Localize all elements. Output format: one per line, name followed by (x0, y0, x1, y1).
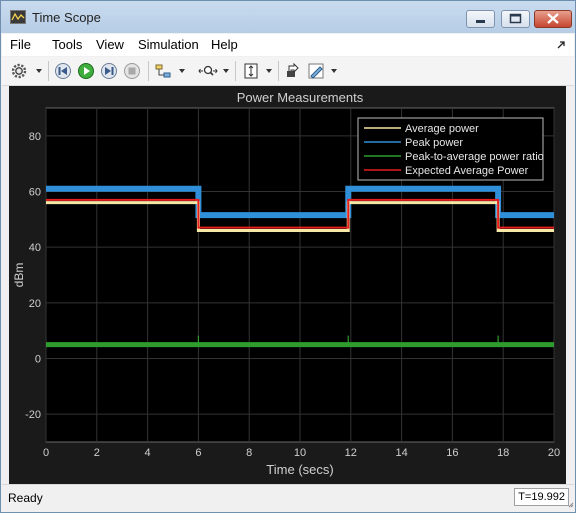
stop-icon (124, 63, 140, 79)
style-icon (308, 63, 324, 79)
window-title: Time Scope (32, 10, 101, 25)
step-forward-icon (101, 63, 117, 79)
x-tick-labels: 0 2 4 6 8 10 12 14 16 18 20 (43, 447, 560, 459)
menu-tools[interactable]: Tools (52, 37, 82, 52)
triggers-icon (155, 64, 171, 78)
minimize-button[interactable] (466, 10, 495, 28)
toolbar-separator (148, 61, 149, 81)
triggers-button[interactable] (153, 61, 173, 81)
minimize-icon (476, 20, 485, 23)
style-dropdown-arrow[interactable] (331, 69, 337, 73)
run-icon (78, 63, 94, 79)
step-forward-button[interactable] (99, 61, 119, 81)
configure-dropdown-arrow[interactable] (36, 69, 42, 73)
y-tick-label: -20 (25, 409, 41, 421)
x-tick-label: 0 (43, 447, 49, 459)
autoscale-dropdown-arrow[interactable] (266, 69, 272, 73)
scope-app-icon (10, 10, 26, 24)
highlight-button[interactable] (283, 61, 303, 81)
time-scope-window: Time Scope File Tools View Simulation He… (0, 0, 576, 513)
menu-help[interactable]: Help (211, 37, 238, 52)
zoom-button[interactable] (198, 61, 218, 81)
x-tick-label: 6 (195, 447, 201, 459)
legend-entry-label: Average power (405, 123, 479, 135)
y-tick-labels: -20 0 20 40 60 80 (25, 131, 41, 421)
maximize-button[interactable] (501, 10, 530, 28)
y-axis-label: dBm (12, 263, 26, 288)
x-tick-label: 14 (395, 447, 407, 459)
resize-grip-icon[interactable] (568, 502, 574, 508)
x-tick-label: 18 (497, 447, 509, 459)
maximize-icon (509, 13, 522, 24)
autoscale-button[interactable] (241, 61, 261, 81)
triggers-dropdown-arrow[interactable] (179, 69, 185, 73)
zoom-dropdown-arrow[interactable] (223, 69, 229, 73)
gear-icon (11, 63, 27, 79)
menu-bar: File Tools View Simulation Help (2, 34, 574, 56)
menu-view[interactable]: View (96, 37, 124, 52)
status-bar: Ready T=19.992 (2, 484, 574, 511)
x-tick-label: 2 (94, 447, 100, 459)
x-tick-label: 8 (246, 447, 252, 459)
configure-button[interactable] (9, 61, 29, 81)
legend-entry-label: Peak power (405, 137, 463, 149)
menu-file[interactable]: File (10, 37, 31, 52)
toolbar-separator (278, 61, 279, 81)
status-text: Ready (8, 491, 43, 505)
title-bar[interactable]: Time Scope (1, 1, 575, 33)
simulation-time-display: T=19.992 (514, 488, 569, 506)
step-back-icon (55, 63, 71, 79)
x-tick-label: 4 (145, 447, 151, 459)
toolbar-separator (48, 61, 49, 81)
y-tick-label: 40 (29, 242, 41, 254)
power-measurements-chart[interactable]: Power Measurements 0 2 4 6 8 10 12 14 16 18 20 -20… (9, 86, 566, 484)
y-tick-label: 0 (35, 354, 41, 366)
step-back-button[interactable] (53, 61, 73, 81)
zoom-icon (198, 65, 218, 76)
close-icon (547, 13, 559, 24)
x-axis-label: Time (secs) (266, 462, 333, 477)
undock-arrow-icon[interactable] (557, 40, 566, 49)
autoscale-icon (244, 63, 258, 79)
toolbar-separator (235, 61, 236, 81)
close-button[interactable] (534, 10, 572, 28)
style-button[interactable] (306, 61, 326, 81)
highlight-icon (287, 62, 299, 77)
y-tick-label: 80 (29, 131, 41, 143)
y-tick-label: 60 (29, 187, 41, 199)
menu-simulation[interactable]: Simulation (138, 37, 199, 52)
run-button[interactable] (76, 61, 96, 81)
legend-entry-label: Peak-to-average power ratio (405, 151, 544, 163)
stop-button[interactable] (122, 61, 142, 81)
toolbar (2, 57, 574, 86)
chart-title: Power Measurements (237, 90, 364, 105)
x-tick-label: 16 (446, 447, 458, 459)
plot-area[interactable]: Power Measurements 0 2 4 6 8 10 12 14 16 18 20 -20… (9, 86, 566, 484)
x-tick-label: 12 (345, 447, 357, 459)
x-tick-label: 10 (294, 447, 306, 459)
legend[interactable]: Average power Peak power Peak-to-average p… (357, 117, 544, 181)
legend-entry-label: Expected Average Power (405, 165, 529, 177)
x-tick-label: 20 (548, 447, 560, 459)
y-tick-label: 20 (29, 298, 41, 310)
